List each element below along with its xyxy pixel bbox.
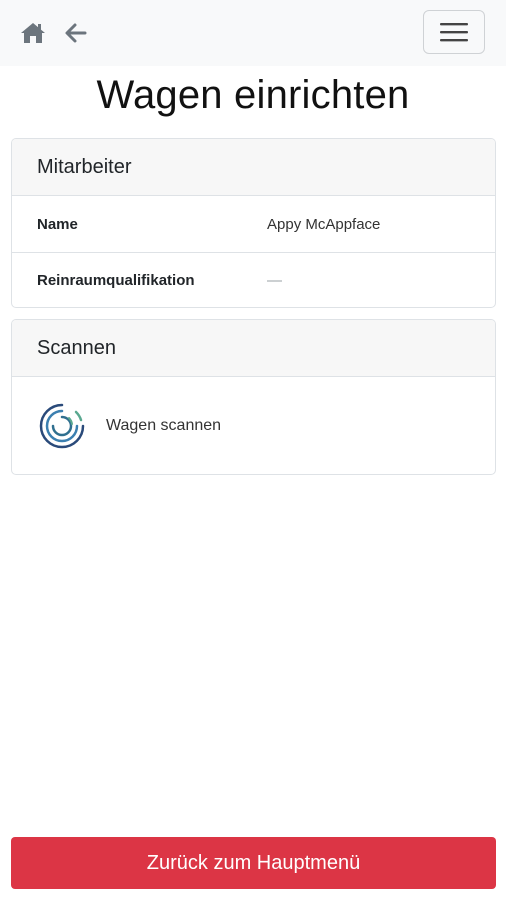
cleanroom-qualification-value: — <box>267 272 282 289</box>
scan-icon <box>39 403 85 449</box>
scan-wagon-item[interactable]: Wagen scannen <box>12 377 495 474</box>
name-value: Appy McAppface <box>267 215 381 233</box>
scan-wagon-label: Wagen scannen <box>106 417 222 434</box>
page: Wagen einrichten Mitarbeiter Name Appy M… <box>0 0 506 900</box>
scan-card: Scannen Wagen scannen <box>11 319 496 475</box>
employee-card: Mitarbeiter Name Appy McAppface Reinraum… <box>11 138 496 308</box>
employee-card-header: Mitarbeiter <box>12 139 495 196</box>
page-title: Wagen einrichten <box>96 73 410 117</box>
arrow-left-icon[interactable] <box>63 20 89 46</box>
menu-toggle-button[interactable] <box>423 10 485 54</box>
back-to-main-menu-button[interactable]: Zurück zum Hauptmenü <box>11 837 496 889</box>
info-row-cleanroom: Reinraumqualifikation — <box>12 252 495 307</box>
hamburger-icon <box>440 23 468 42</box>
scan-card-header: Scannen <box>12 320 495 377</box>
name-label: Name <box>37 215 78 233</box>
home-icon[interactable] <box>20 20 46 46</box>
cleanroom-qualification-label: Reinraumqualifikation <box>37 272 195 289</box>
info-row-name: Name Appy McAppface <box>12 196 495 252</box>
top-navbar <box>0 0 506 66</box>
